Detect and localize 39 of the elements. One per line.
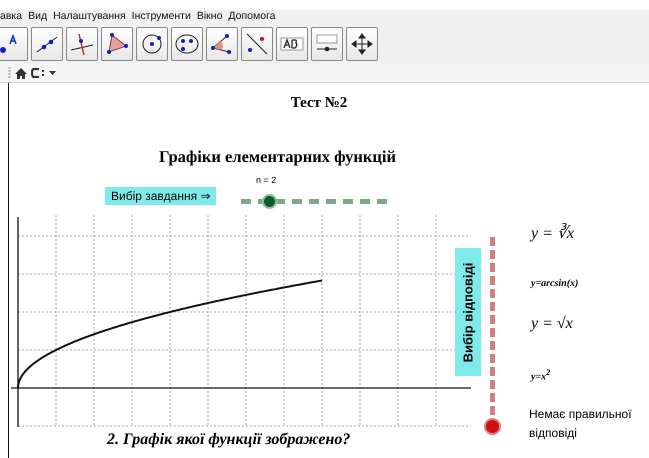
answer-option: y = √x: [531, 315, 573, 333]
reflect-icon: [244, 32, 270, 56]
menu-item[interactable]: Налаштування: [53, 10, 126, 22]
ellipse-icon: [174, 32, 200, 56]
triangle-icon: [104, 32, 130, 56]
slider-handle[interactable]: [262, 194, 278, 209]
test-title: Тест №2: [290, 95, 348, 112]
answer-option: y = ∛x: [531, 223, 574, 243]
slider-handle[interactable]: [484, 418, 501, 435]
menu-item[interactable]: Інструменти: [132, 10, 191, 22]
perpendicular-line-icon: [69, 32, 95, 56]
style-icon[interactable]: [31, 68, 45, 78]
menu-item[interactable]: Допомога: [228, 10, 276, 22]
menu-item[interactable]: Вид: [28, 10, 48, 22]
answer-button[interactable]: Вибір відповіді: [455, 248, 481, 376]
line-tool-button[interactable]: [31, 27, 63, 61]
menu-item[interactable]: Вікно: [196, 10, 222, 22]
task-button[interactable]: Вибір завдання ⇒: [105, 187, 216, 205]
slider-tool-button[interactable]: [311, 27, 343, 61]
text-tool-button[interactable]: [276, 27, 308, 61]
heading: Графіки елементарних функцій: [159, 147, 396, 167]
slider-label: n = 2: [256, 175, 276, 185]
question-text: 2. Графік якої функції зображено?: [107, 431, 350, 449]
circle-tool-button[interactable]: [136, 27, 168, 61]
reflect-tool-button[interactable]: [241, 27, 273, 61]
answer-option: Немає правильної відповіді: [529, 405, 647, 443]
angle-tool-button[interactable]: [206, 27, 238, 61]
move-icon: [349, 32, 375, 56]
ellipse-tool-button[interactable]: [171, 27, 203, 61]
caret-icon[interactable]: [49, 71, 56, 75]
answer-option: y=x$^{2}$: [531, 368, 550, 382]
point-tool-button[interactable]: [0, 27, 28, 61]
perpendicular-tool-button[interactable]: [66, 27, 98, 61]
home-icon[interactable]: [15, 68, 27, 78]
menu-item[interactable]: авка: [0, 10, 22, 22]
polygon-tool-button[interactable]: [101, 27, 133, 61]
grip-icon: [8, 67, 11, 79]
move-tool-button[interactable]: [346, 27, 378, 61]
answer-option: y=arcsin(x): [531, 278, 578, 289]
